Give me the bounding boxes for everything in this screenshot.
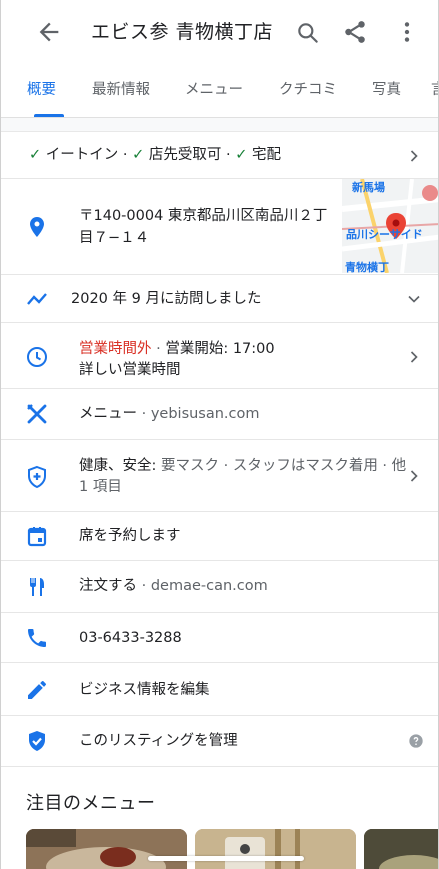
food-photo-image (364, 829, 438, 869)
featured-menu-heading: 注目のメニュー (26, 793, 156, 814)
map-label-station-mid: 品川シーサイド (346, 228, 423, 241)
menu-site: yebisusan.com (150, 406, 260, 422)
pencil-icon (28, 681, 46, 699)
map-label-station-bottom: 青物横丁 (345, 261, 389, 273)
tab-overview[interactable]: 概要 (27, 78, 56, 99)
order-online-text: 注文する · demae-can.com (79, 576, 268, 596)
manage-listing-row[interactable]: このリスティングを管理 (1, 716, 438, 766)
more-options-icon[interactable] (394, 19, 420, 45)
chevron-right-icon (410, 470, 418, 482)
menu-photo-3[interactable] (364, 829, 438, 869)
service-options-text: ✓ イートイン · ✓ 店先受取可 · ✓ 宅配 (29, 147, 281, 163)
service-options-row[interactable]: ✓ イートイン · ✓ 店先受取可 · ✓ 宅配 (1, 133, 438, 179)
address-row[interactable]: 〒140-0004 東京都品川区南品川２丁 目７−１４ 新馬場 品川シーサイド … (1, 179, 438, 275)
menu-separator: · (137, 406, 151, 422)
health-safety-line-1: 健康、安全: 要マスク · スタッフはマスク着用 · 他 (79, 456, 406, 476)
health-safety-line-2: 1 項目 (79, 479, 122, 495)
order-site: demae-can.com (150, 578, 268, 594)
shield-plus-icon (28, 465, 46, 489)
divider (1, 766, 438, 767)
food-photo-image (195, 829, 356, 869)
tab-more[interactable]: 言 (431, 78, 438, 99)
calendar-icon (27, 527, 47, 547)
home-indicator (148, 856, 304, 861)
menu-link-row[interactable]: メニュー · yebisusan.com (1, 389, 438, 440)
menu-photo-1[interactable] (26, 829, 187, 869)
order-separator: · (137, 578, 151, 594)
fork-knife-icon (30, 578, 44, 596)
health-text: 要マスク · スタッフはマスク着用 · 他 (156, 458, 407, 474)
phone-icon (28, 629, 46, 647)
tab-menu[interactable]: メニュー (185, 78, 243, 99)
chevron-right-icon (410, 150, 418, 162)
manage-listing-text: このリスティングを管理 (79, 733, 238, 749)
visit-history-row[interactable]: 2020 年 9 月に訪問しました (1, 275, 438, 323)
timeline-icon (27, 293, 47, 305)
menu-link-text: メニュー · yebisusan.com (79, 404, 260, 424)
hours-row[interactable]: 営業時間外 · 営業開始: 17:00 詳しい営業時間 (1, 323, 438, 389)
menu-label: メニュー (79, 406, 137, 422)
visit-history-text: 2020 年 9 月に訪問しました (71, 291, 262, 307)
hours-closed-status: 営業時間外 (79, 341, 152, 357)
order-label: 注文する (79, 578, 137, 594)
hours-separator: · (151, 341, 166, 357)
phone-number: 03-6433-3288 (79, 630, 182, 646)
chevron-down-icon (408, 295, 420, 303)
health-label: 健康、安全: (79, 458, 157, 474)
app-bar: エビス参 青物横丁店 (1, 0, 438, 64)
tab-bar: 概要 最新情報 メニュー クチコミ 写真 言 (1, 64, 438, 118)
section-divider (1, 118, 438, 132)
share-icon[interactable] (342, 19, 368, 45)
page-title: エビス参 青物横丁店 (91, 21, 274, 43)
location-pin-icon (30, 217, 44, 237)
address-line-2: 目７−１４ (79, 230, 150, 246)
place-details-screen: エビス参 青物横丁店 概要 最新情報 メニュー クチコミ 写真 言 ✓ イートイ… (0, 0, 439, 869)
edit-business-text: ビジネス情報を編集 (79, 682, 210, 698)
tab-reviews[interactable]: クチコミ (279, 78, 337, 99)
hours-detail: 詳しい営業時間 (79, 362, 181, 378)
reserve-table-row[interactable]: 席を予約します (1, 512, 438, 561)
help-icon[interactable] (408, 733, 424, 749)
utensils-cross-icon (27, 404, 47, 424)
address-line-1: 〒140-0004 東京都品川区南品川２丁 (79, 208, 328, 224)
menu-photo-2[interactable] (195, 829, 356, 869)
clock-icon (27, 347, 47, 367)
map-label-station-top: 新馬場 (352, 181, 385, 194)
edit-business-row[interactable]: ビジネス情報を編集 (1, 663, 438, 716)
map-thumbnail[interactable]: 新馬場 品川シーサイド 青物横丁 (342, 179, 438, 273)
order-online-row[interactable]: 注文する · demae-can.com (1, 561, 438, 613)
hours-opens: 営業開始: 17:00 (165, 341, 275, 357)
tab-updates[interactable]: 最新情報 (92, 78, 150, 99)
reserve-table-text: 席を予約します (79, 528, 181, 544)
phone-row[interactable]: 03-6433-3288 (1, 613, 438, 663)
back-arrow-icon[interactable] (35, 18, 63, 46)
food-photo-image (26, 829, 187, 869)
verified-shield-icon (29, 731, 45, 751)
hours-status-line: 営業時間外 · 営業開始: 17:00 (79, 339, 275, 359)
chevron-right-icon (410, 351, 418, 363)
health-safety-row[interactable]: 健康、安全: 要マスク · スタッフはマスク着用 · 他 1 項目 (1, 440, 438, 512)
tab-photos[interactable]: 写真 (372, 78, 401, 99)
search-icon[interactable] (295, 20, 321, 46)
